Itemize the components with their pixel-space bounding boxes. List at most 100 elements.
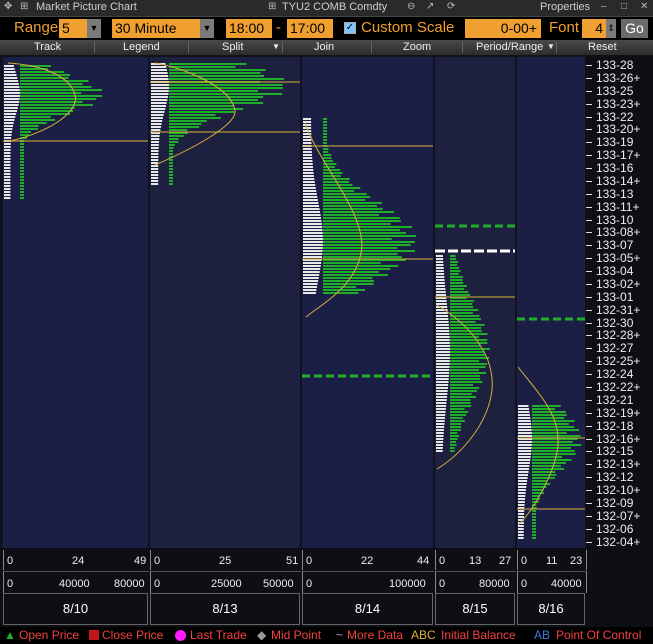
tpo-letters <box>4 119 15 121</box>
restore-icon[interactable]: □ <box>621 1 627 12</box>
price-tick <box>586 490 592 492</box>
volume-bar <box>20 74 70 76</box>
volume-bar <box>532 528 536 530</box>
split-dropdown-icon[interactable]: ▼ <box>272 42 280 51</box>
tpo-letters <box>436 414 446 416</box>
link-icon[interactable]: ⊖ <box>407 1 415 12</box>
volume-bar <box>532 522 536 524</box>
custom-scale-checkbox[interactable]: ✓ <box>344 22 356 34</box>
volume-bar <box>169 90 258 92</box>
close-icon[interactable]: ✕ <box>640 1 648 12</box>
tpo-letters <box>436 366 450 368</box>
tpo-letters <box>303 151 312 153</box>
period-dropdown-icon[interactable]: ▼ <box>547 42 555 51</box>
tpo-letters <box>436 363 450 365</box>
move-icon[interactable]: ✥ <box>4 1 12 12</box>
volume-bar <box>532 414 567 416</box>
volume-bar <box>169 102 264 104</box>
volume-bar <box>20 98 97 100</box>
open-price-label: Open Price <box>19 628 80 642</box>
volume-bar <box>169 150 173 152</box>
tpo-letters <box>303 139 312 141</box>
volume-bar <box>323 208 383 210</box>
volume-bar <box>20 182 24 184</box>
tpo-letters <box>151 102 167 104</box>
menu-divider <box>282 42 283 53</box>
track-button[interactable]: Track <box>34 41 61 53</box>
tpo-letters <box>436 450 443 452</box>
volume-bar <box>532 471 556 473</box>
tpo-letters <box>151 111 165 113</box>
session-date[interactable]: 8/14 <box>302 593 433 625</box>
tpo-letters <box>4 185 11 187</box>
join-button[interactable]: Join <box>314 41 334 53</box>
range-input[interactable]: 5 <box>59 19 87 38</box>
tpo-letters <box>518 471 529 473</box>
reset-button[interactable]: Reset <box>588 41 617 53</box>
tpo-letters <box>436 285 446 287</box>
interval-dropdown-icon[interactable]: ▼ <box>200 19 214 38</box>
end-time-input[interactable]: 17:00 <box>287 19 333 38</box>
legend-bar: ▲ Open Price Close Price Last Trade ◆ Mi… <box>0 627 653 644</box>
volume-bar <box>532 411 566 413</box>
go-button[interactable]: Go <box>621 19 648 38</box>
tpo-letters <box>436 441 444 443</box>
custom-scale-input[interactable]: 0-00+ <box>465 19 541 38</box>
tpo-letters <box>4 134 12 136</box>
market-profile-chart[interactable] <box>0 55 586 548</box>
volume-bar <box>532 447 572 449</box>
volume-bar <box>323 166 335 168</box>
volume-bar <box>169 129 188 131</box>
tpo-letters <box>151 159 159 161</box>
tpo-letters <box>518 531 524 533</box>
price-tick <box>586 374 592 376</box>
tpo-letters <box>4 68 15 70</box>
expand-icon[interactable]: ⊞ <box>268 1 276 12</box>
tpo-count-axis: 0 24 49 0 25 51 0 22 44 0 13 27 0 11 23 <box>0 550 587 570</box>
volume-bar <box>532 453 576 455</box>
session-date[interactable]: 8/16 <box>517 593 585 625</box>
volume-bar <box>169 153 173 155</box>
tpo-letters <box>303 154 313 156</box>
range-dropdown-icon[interactable]: ▼ <box>87 19 101 38</box>
legend-button[interactable]: Legend <box>123 41 160 53</box>
start-time-input[interactable]: 18:00 <box>226 19 272 38</box>
tpo-letters <box>436 282 445 284</box>
price-tick <box>586 258 592 260</box>
session-date[interactable]: 8/13 <box>150 593 300 625</box>
volume-bar <box>450 348 490 350</box>
volume-bar <box>169 114 216 116</box>
price-tick <box>586 129 592 131</box>
volume-bar <box>450 360 480 362</box>
zoom-button[interactable]: Zoom <box>403 41 431 53</box>
tpo-letters <box>518 483 527 485</box>
tpo-letters <box>151 171 159 173</box>
font-stepper-icon[interactable]: ⇕ <box>606 19 616 38</box>
tpo-letters <box>151 177 159 179</box>
interval-select[interactable]: 30 Minute <box>112 19 200 38</box>
session-date[interactable]: 8/15 <box>435 593 515 625</box>
tpo-letters <box>436 300 447 302</box>
tpo-letters <box>436 327 450 329</box>
tpo-letters <box>303 199 318 201</box>
refresh-icon[interactable]: ⟳ <box>447 1 455 12</box>
volume-bar <box>532 417 565 419</box>
volume-bar <box>323 250 415 252</box>
tpo-letters <box>518 486 527 488</box>
tpo-letters <box>436 435 444 437</box>
volume-bar <box>450 450 455 452</box>
properties-button[interactable]: Properties <box>540 1 590 13</box>
minimize-icon[interactable]: – <box>601 1 607 12</box>
tpo-axis-label: 51 <box>286 555 299 567</box>
period-range-button[interactable]: Period/Range <box>476 41 543 53</box>
split-button[interactable]: Split <box>222 41 243 53</box>
pin-icon[interactable]: ⊞ <box>20 1 28 12</box>
volume-bar <box>169 159 173 161</box>
share-icon[interactable]: ↗ <box>426 1 434 12</box>
window-title: Market Picture Chart <box>36 1 137 13</box>
font-size-input[interactable]: 4 <box>582 19 606 38</box>
tpo-letters <box>151 135 160 137</box>
tpo-axis-label: 13 <box>469 555 482 567</box>
volume-bar <box>450 426 462 428</box>
session-date[interactable]: 8/10 <box>3 593 148 625</box>
